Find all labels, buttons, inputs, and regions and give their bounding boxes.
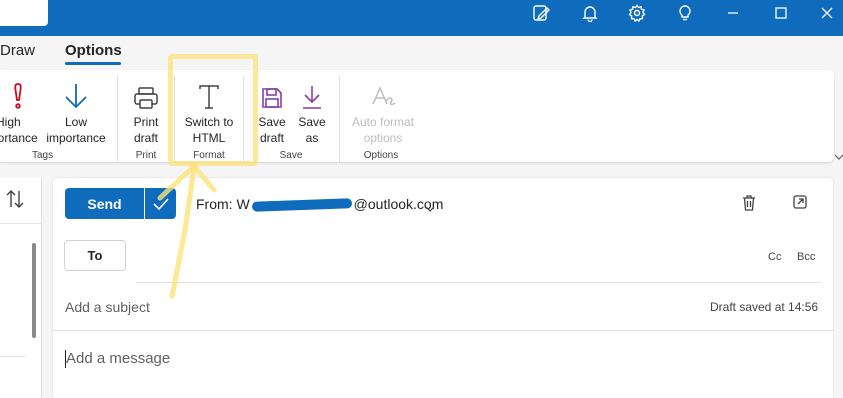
save-draft-label-1: Save bbox=[258, 115, 286, 129]
group-label-save: Save bbox=[279, 150, 303, 161]
send-options-button[interactable] bbox=[145, 188, 176, 219]
ribbon-tabs: Draw Options bbox=[0, 36, 843, 70]
bell-icon[interactable] bbox=[575, 0, 605, 26]
cc-button[interactable]: Cc bbox=[768, 251, 781, 263]
title-bar bbox=[0, 0, 843, 36]
ribbon: High portance Low importance Tags Print … bbox=[0, 70, 834, 162]
high-importance-label-2: portance bbox=[0, 131, 38, 145]
auto-format-label-2: options bbox=[363, 131, 403, 145]
tab-options[interactable]: Options bbox=[65, 42, 122, 59]
from-prefix: From: W bbox=[196, 196, 250, 212]
print-draft-button[interactable]: Print draft bbox=[126, 70, 166, 150]
compose-pane: Send From: W @outlook.com To Cc Bcc Add a… bbox=[53, 178, 833, 398]
arrow-down-icon bbox=[46, 70, 106, 114]
low-importance-label-2: importance bbox=[46, 131, 106, 145]
high-importance-button[interactable]: High portance bbox=[0, 70, 38, 150]
ribbon-divider bbox=[117, 76, 118, 162]
minimize-icon[interactable] bbox=[718, 0, 748, 26]
maximize-icon[interactable] bbox=[766, 0, 796, 26]
save-draft-label-2: draft bbox=[259, 131, 284, 145]
save-icon bbox=[256, 70, 288, 114]
save-draft-button[interactable]: Save draft bbox=[256, 70, 288, 150]
auto-format-label-1: Auto format bbox=[351, 115, 415, 129]
download-icon bbox=[296, 70, 328, 114]
to-button[interactable]: To bbox=[64, 240, 126, 271]
group-label-tags: Tags bbox=[32, 150, 54, 161]
chevron-down-icon[interactable] bbox=[425, 200, 435, 218]
lightbulb-icon[interactable] bbox=[670, 0, 700, 26]
print-draft-label-1: Print bbox=[133, 115, 159, 129]
gear-icon[interactable] bbox=[622, 0, 652, 26]
divider bbox=[0, 223, 42, 224]
popout-icon[interactable] bbox=[792, 194, 808, 215]
tab-draw[interactable]: Draw bbox=[0, 42, 35, 59]
ribbon-divider bbox=[339, 76, 340, 162]
scrollbar[interactable] bbox=[32, 243, 36, 338]
save-as-label-2: as bbox=[305, 131, 319, 145]
exclamation-icon bbox=[0, 70, 36, 114]
search-box[interactable] bbox=[0, 0, 48, 26]
close-icon[interactable] bbox=[812, 0, 842, 26]
trash-icon[interactable] bbox=[741, 194, 757, 217]
from-field[interactable]: From: W @outlook.com bbox=[196, 196, 443, 213]
print-draft-label-2: draft bbox=[133, 131, 158, 145]
group-label-options: Options bbox=[363, 150, 399, 161]
save-as-button[interactable]: Save as bbox=[296, 70, 328, 150]
highlight-box bbox=[168, 54, 258, 166]
send-button[interactable]: Send bbox=[65, 188, 144, 219]
message-list-pane bbox=[0, 178, 42, 398]
checkmark-icon bbox=[152, 197, 169, 210]
high-importance-label-1: High bbox=[0, 115, 21, 129]
group-label-print: Print bbox=[135, 150, 157, 161]
low-importance-button[interactable]: Low importance bbox=[46, 70, 106, 150]
printer-icon bbox=[126, 70, 166, 114]
auto-format-icon bbox=[348, 70, 418, 114]
sort-icon[interactable] bbox=[4, 188, 26, 215]
divider bbox=[136, 282, 821, 283]
save-as-label-1: Save bbox=[298, 115, 326, 129]
notes-edit-icon[interactable] bbox=[526, 0, 556, 26]
auto-format-options-button[interactable]: Auto format options bbox=[348, 70, 418, 150]
redaction-mark bbox=[251, 198, 352, 213]
draft-status: Draft saved at 14:56 bbox=[710, 300, 819, 314]
active-tab-indicator bbox=[65, 62, 121, 65]
message-body-input[interactable]: Add a message bbox=[66, 350, 170, 367]
divider bbox=[53, 330, 833, 331]
divider bbox=[0, 356, 26, 357]
bcc-button[interactable]: Bcc bbox=[797, 251, 815, 263]
subject-input[interactable]: Add a subject bbox=[65, 299, 150, 315]
low-importance-label-1: Low bbox=[64, 115, 87, 129]
chevron-down-icon[interactable] bbox=[834, 148, 843, 166]
